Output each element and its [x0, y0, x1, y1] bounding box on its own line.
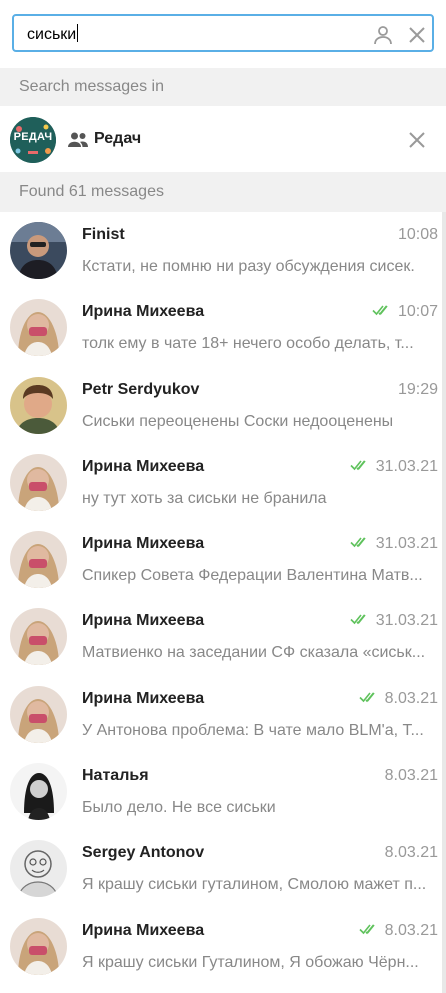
sender-name: Наталья [82, 767, 149, 785]
message-snippet: ну тут хоть за сиськи не бранила [82, 489, 327, 507]
message-snippet: Спикер Совета Федерации Валентина Матв..… [82, 567, 423, 585]
chat-filter-row: РЕДАЧ Редач [0, 108, 446, 172]
message-result-row[interactable]: Finist 10:08 Кстати, не помню ни разу обсу… [0, 212, 446, 289]
sender-avatar [10, 685, 67, 743]
message-result-row[interactable]: Petr Serdyukov 19:29 Сиськи переоценены Со… [0, 367, 446, 444]
message-result-row[interactable]: Ирина Михеева 8.03.21 У Антонова проблема:… [0, 676, 446, 753]
search-bar: сиськи [0, 0, 446, 68]
sender-avatar [10, 453, 67, 511]
message-result-row[interactable]: Sergey Antonov 8.03.21 Я крашу сиськи гута… [0, 830, 446, 907]
scrollbar[interactable] [442, 212, 446, 993]
message-snippet: У Антонова проблема: В чате мало BLM'а, … [82, 721, 424, 739]
sender-name: Ирина Михеева [82, 535, 205, 553]
sender-name: Ирина Михеева [82, 921, 205, 939]
sender-avatar [10, 917, 67, 975]
read-ticks-icon [372, 305, 388, 316]
message-time: 31.03.21 [350, 458, 438, 476]
message-result-row[interactable]: Ирина Михеева 10:07 толк ему в чате 18+ не… [0, 289, 446, 366]
sender-avatar [10, 531, 67, 589]
search-input-value[interactable]: сиськи [27, 24, 79, 45]
message-snippet: Я крашу сиськи Гуталином, Я обожаю Чёрн.… [82, 953, 419, 971]
chat-avatar: РЕДАЧ [10, 117, 56, 163]
message-snippet: Было дело. Не все сиськи [82, 799, 276, 817]
message-result-row[interactable]: Ирина Михеева 31.03.21 ну тут хоть за сись… [0, 444, 446, 521]
sender-name: Petr Serdyukov [82, 380, 200, 398]
message-snippet: Я крашу сиськи гуталином, Смолою мажет п… [82, 876, 427, 894]
message-result-row[interactable]: Ирина Михеева 31.03.21 Спикер Совета Федер… [0, 521, 446, 598]
message-snippet: Матвиенко на заседании СФ сказала «сиськ… [82, 644, 426, 662]
read-ticks-icon [359, 692, 375, 702]
message-time: 10:07 [372, 303, 438, 321]
message-snippet: Сиськи переоценены Соски недооценены [82, 412, 394, 430]
sender-avatar [10, 763, 67, 821]
group-icon [67, 130, 89, 150]
sender-avatar [10, 840, 67, 898]
chat-name: Редач [94, 130, 142, 147]
message-time: 8.03.21 [359, 690, 438, 708]
clear-search-icon[interactable] [405, 23, 429, 47]
sender-name: Finist [82, 226, 125, 243]
message-results-list: Finist 10:08 Кстати, не помню ни разу обсу… [0, 212, 446, 985]
search-input[interactable]: сиськи [12, 14, 434, 52]
results-count-header: Found 61 messages [0, 172, 446, 212]
chat-avatar-text: РЕДАЧ [13, 131, 53, 143]
sender-avatar [10, 222, 67, 279]
message-time: 19:29 [397, 380, 438, 398]
message-result-row[interactable]: Ирина Михеева 31.03.21 Матвиенко на заседа… [0, 598, 446, 675]
sender-avatar [10, 376, 67, 434]
sender-avatar [10, 608, 67, 666]
message-time: 8.03.21 [384, 767, 438, 785]
read-ticks-icon [350, 460, 366, 471]
read-ticks-icon [350, 537, 366, 548]
message-time: 10:08 [397, 226, 438, 243]
search-in-header: Search messages in [0, 68, 446, 106]
sender-name: Ирина Михеева [82, 303, 205, 321]
sender-name: Ирина Михеева [82, 612, 205, 630]
message-time: 8.03.21 [359, 922, 438, 940]
read-ticks-icon [359, 924, 375, 934]
message-snippet: Кстати, не помню ни разу обсуждения сисе… [82, 258, 415, 275]
message-time: 8.03.21 [384, 844, 438, 862]
user-filter-icon[interactable] [371, 23, 395, 47]
sender-name: Sergey Antonov [82, 844, 205, 862]
message-time: 31.03.21 [350, 612, 438, 630]
sender-name: Ирина Михеева [82, 457, 205, 475]
message-time: 31.03.21 [350, 535, 438, 553]
message-snippet: толк ему в чате 18+ нечего особо делать,… [82, 335, 414, 353]
sender-name: Ирина Михеева [82, 689, 205, 707]
read-ticks-icon [350, 614, 366, 625]
message-result-row[interactable]: Наталья 8.03.21 Было дело. Не все сиськи [0, 753, 446, 830]
sender-avatar [10, 299, 67, 357]
remove-chat-filter-icon[interactable] [405, 128, 429, 152]
message-result-row[interactable]: Ирина Михеева 8.03.21 Я крашу сиськи Гутал… [0, 908, 446, 985]
